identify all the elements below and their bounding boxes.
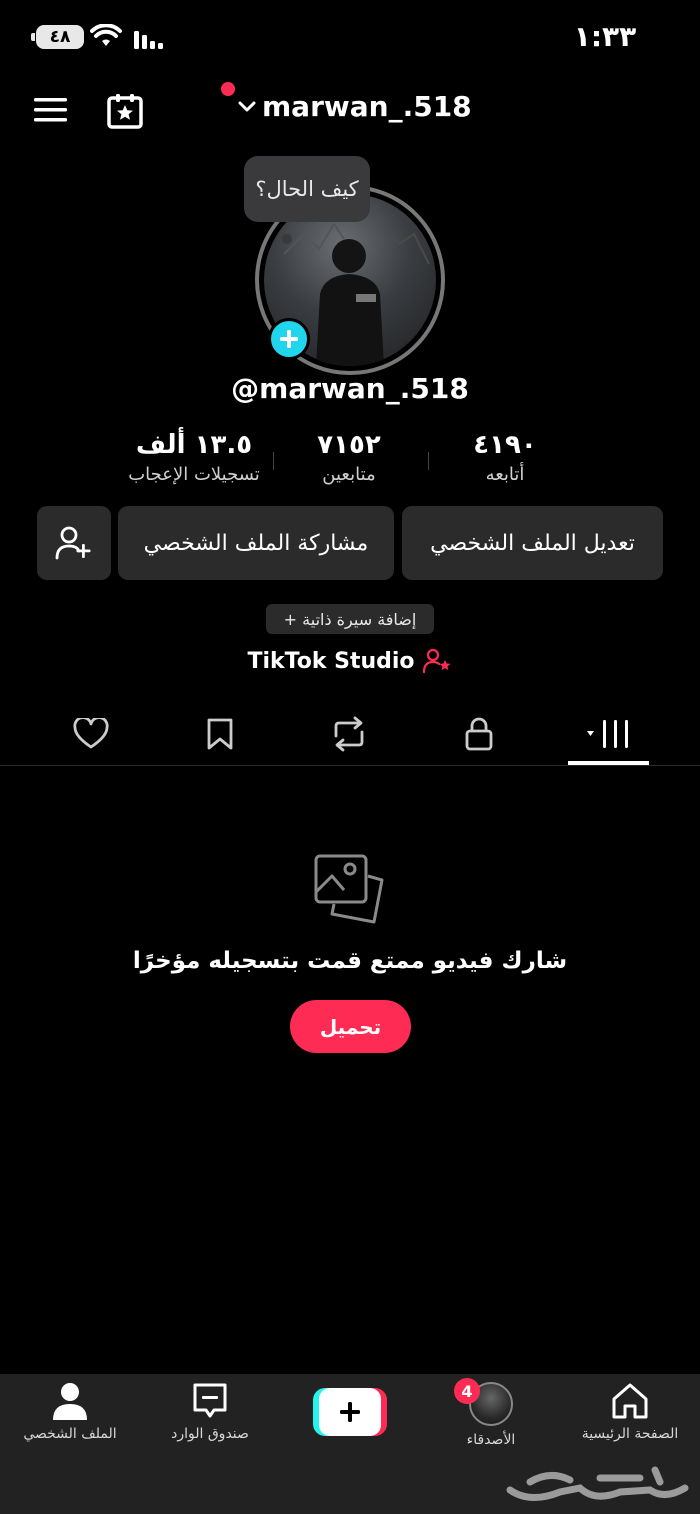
active-tab-indicator (568, 761, 649, 765)
add-story-button[interactable] (268, 318, 310, 360)
create-button[interactable] (313, 1388, 387, 1436)
nav-home-label: الصفحة الرئيسية (581, 1426, 679, 1442)
battery-indicator: ٤٨ (31, 25, 84, 49)
edit-profile-button[interactable]: تعديل الملف الشخصي (402, 506, 663, 580)
add-person-icon (55, 526, 91, 560)
message-icon (193, 1383, 227, 1418)
home-icon (612, 1383, 648, 1419)
followers-count: ٧١٥٢ (317, 430, 381, 460)
nav-friends-label: الأصدقاء (466, 1432, 516, 1448)
repost-icon (334, 716, 364, 752)
chevron-down-icon (238, 101, 256, 111)
stat-likes[interactable]: ١٣.٥ ألف تسجيلات الإعجاب (104, 430, 284, 485)
wifi-icon (90, 23, 122, 52)
bookmark-icon (207, 718, 233, 750)
person-star-icon (422, 648, 450, 674)
studio-label: TikTok Studio (247, 648, 415, 674)
watermark-logo (500, 1452, 695, 1508)
menu-icon[interactable] (34, 96, 68, 128)
tab-reposts[interactable] (314, 712, 384, 756)
account-switcher[interactable]: marwan_.518 (238, 90, 472, 123)
likes-count: ١٣.٥ ألف (135, 430, 253, 460)
status-time: ١:٣٣ (573, 20, 637, 53)
add-bio-button[interactable]: + إضافة سيرة ذاتية (266, 604, 434, 634)
friends-badge: 4 (454, 1378, 480, 1404)
following-label: أتابعه (485, 464, 525, 485)
upload-button[interactable]: تحميل (290, 1000, 411, 1053)
lock-icon (465, 717, 493, 751)
person-icon (53, 1383, 87, 1420)
nav-profile-label: الملف الشخصي (23, 1426, 117, 1442)
notification-dot (221, 82, 235, 96)
nav-inbox-label: صندوق الوارد (171, 1426, 249, 1442)
nav-home[interactable]: الصفحة الرئيسية (570, 1382, 690, 1442)
plus-icon (340, 1402, 360, 1422)
following-count: ٤١٩٠ (473, 430, 537, 460)
add-friend-button[interactable] (37, 506, 111, 580)
tiktok-studio-link[interactable]: TikTok Studio (0, 648, 700, 674)
stat-following[interactable]: ٤١٩٠ أتابعه (415, 430, 595, 485)
plus-icon (280, 330, 298, 348)
photos-icon (312, 852, 388, 932)
followers-label: متابعين (322, 464, 376, 485)
battery-level: ٤٨ (49, 27, 71, 47)
calendar-star-icon[interactable] (106, 92, 144, 134)
tab-videos[interactable] (573, 712, 643, 756)
tab-liked[interactable] (56, 712, 126, 756)
nav-inbox[interactable]: صندوق الوارد (150, 1382, 270, 1442)
note-text: كيف الحال؟ (255, 177, 359, 201)
header-username: marwan_.518 (262, 90, 472, 123)
grid-bars-icon (587, 720, 628, 748)
empty-state-message: شارك فيديو ممتع قمت بتسجيله مؤخرًا (132, 948, 568, 974)
share-profile-button[interactable]: مشاركة الملف الشخصي (118, 506, 394, 580)
stat-followers[interactable]: ٧١٥٢ متابعين (259, 430, 439, 485)
signal-icon (132, 27, 164, 53)
profile-handle: @marwan_.518 (231, 372, 469, 405)
tab-private[interactable] (444, 712, 514, 756)
nav-friends[interactable]: الأصدقاء (431, 1382, 551, 1448)
note-bubble-tail (282, 234, 292, 244)
heart-icon (73, 718, 109, 749)
note-bubble[interactable]: كيف الحال؟ (244, 156, 370, 222)
tab-favorites[interactable] (185, 712, 255, 756)
nav-profile[interactable]: الملف الشخصي (10, 1382, 130, 1442)
tabs-divider (0, 765, 700, 766)
likes-label: تسجيلات الإعجاب (128, 464, 260, 485)
